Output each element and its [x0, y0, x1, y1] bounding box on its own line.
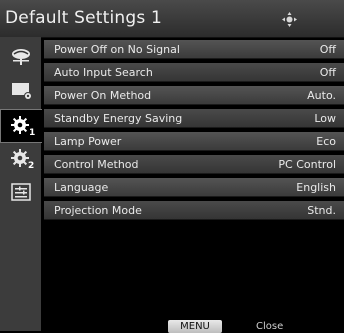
setting-value: English	[296, 181, 336, 194]
sidebar-item-default-settings-1[interactable]: 1	[0, 109, 42, 143]
display-settings-icon	[12, 83, 32, 100]
sidebar-item-info[interactable]	[4, 177, 39, 211]
setting-value: Low	[314, 112, 336, 125]
footer-bar: MENU Close	[44, 318, 344, 333]
setting-value: PC Control	[278, 158, 336, 171]
sidebar-item-default-settings-2[interactable]: 2	[4, 143, 39, 177]
setting-row-power-on-method[interactable]: Power On Method Auto.	[44, 86, 344, 105]
title-bar: Default Settings 1	[0, 0, 344, 38]
setting-row-auto-input-search[interactable]: Auto Input Search Off	[44, 63, 344, 82]
setting-label: Power Off on No Signal	[54, 43, 180, 56]
close-label: Close	[256, 321, 284, 332]
setting-value: Eco	[316, 135, 336, 148]
sidebar-item-sub-number: 2	[28, 161, 35, 171]
setting-row-projection-mode[interactable]: Projection Mode Stnd.	[44, 201, 344, 220]
picture-settings-icon	[12, 49, 30, 65]
setting-row-standby-energy-saving[interactable]: Standby Energy Saving Low	[44, 109, 344, 128]
setting-row-control-method[interactable]: Control Method PC Control	[44, 155, 344, 174]
setting-label: Control Method	[54, 158, 139, 171]
setting-row-language[interactable]: Language English	[44, 178, 344, 197]
setting-row-lamp-power[interactable]: Lamp Power Eco	[44, 132, 344, 151]
menu-button[interactable]: MENU	[168, 320, 222, 333]
setting-value: Stnd.	[307, 204, 336, 217]
settings-panel: Power Off on No Signal Off Auto Input Se…	[44, 39, 344, 331]
sidebar-item-sub-number: 1	[29, 128, 36, 138]
setting-label: Lamp Power	[54, 135, 122, 148]
sidebar-item-picture[interactable]	[4, 41, 39, 75]
default-settings-1-gear-icon	[11, 116, 29, 134]
setting-label: Auto Input Search	[54, 66, 153, 79]
osd-menu: Default Settings 1 1 2 Power Off on No S…	[0, 0, 344, 333]
setting-label: Standby Energy Saving	[54, 112, 183, 125]
setting-value: Off	[319, 43, 336, 56]
setting-value: Off	[319, 66, 336, 79]
page-title: Default Settings 1	[5, 8, 163, 28]
setting-label: Projection Mode	[54, 204, 142, 217]
setting-row-power-off-no-signal[interactable]: Power Off on No Signal Off	[44, 40, 344, 59]
setting-label: Language	[54, 181, 109, 194]
sidebar: 1 2	[0, 37, 42, 331]
four-way-nav-icon	[282, 12, 297, 27]
setting-value: Auto.	[307, 89, 336, 102]
setting-label: Power On Method	[54, 89, 152, 102]
info-settings-icon	[11, 183, 31, 201]
sidebar-item-display[interactable]	[4, 75, 39, 109]
